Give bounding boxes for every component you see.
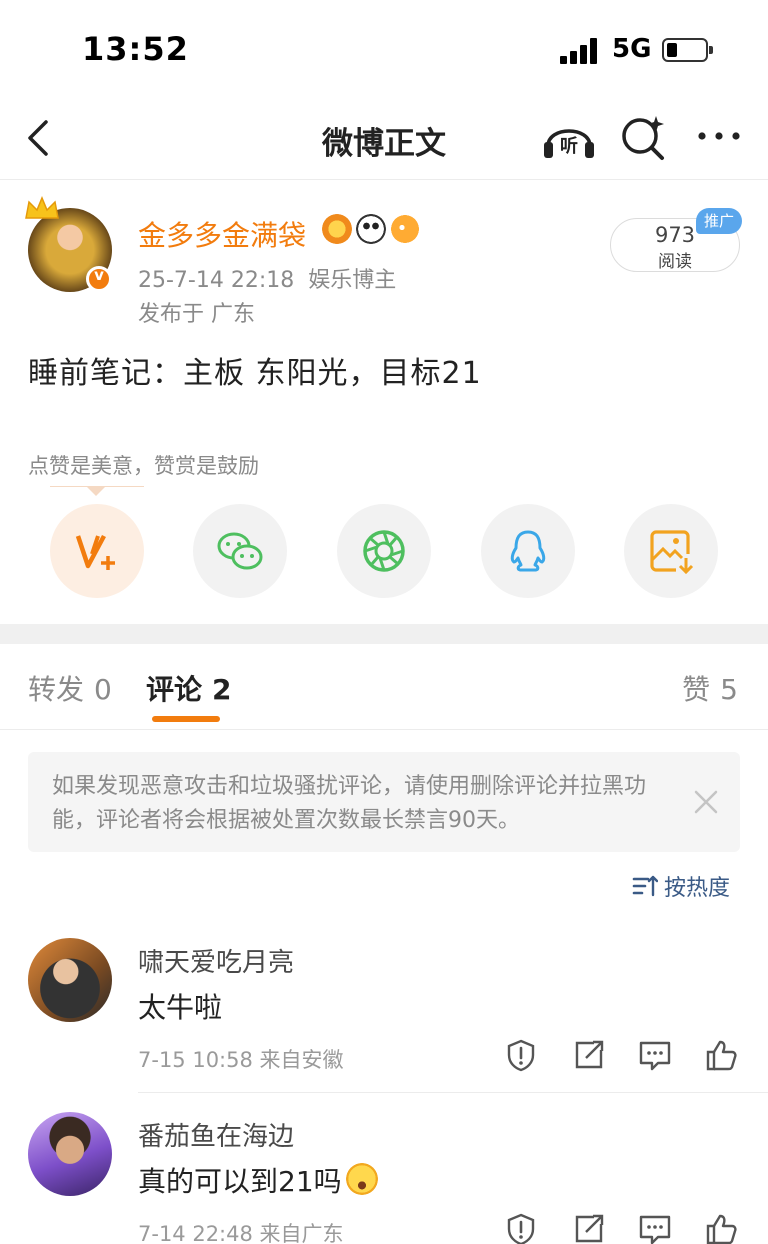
- reward-tip: 点赞是美意，赞赏是鼓励: [28, 454, 259, 478]
- sort-label: 按热度: [664, 876, 731, 901]
- reply-comment-icon[interactable]: [638, 1212, 672, 1244]
- like-thumb-icon[interactable]: [704, 1038, 738, 1072]
- network-type: 5G: [612, 34, 652, 64]
- listen-headphones-icon[interactable]: 听: [540, 112, 598, 164]
- listen-label: 听: [560, 135, 578, 157]
- active-tab-indicator: [152, 716, 220, 722]
- share-row: [0, 504, 768, 600]
- comment-meta: 7-15 10:58 来自安徽: [138, 1048, 344, 1072]
- author-badges: [322, 214, 420, 244]
- post-date: 25-7-14 22:18: [138, 268, 295, 293]
- sort-button[interactable]: 按热度: [632, 870, 730, 902]
- comment-text: 真的可以到21吗: [138, 1165, 342, 1198]
- crown-medal-icon[interactable]: [322, 214, 352, 244]
- wechat-icon[interactable]: [193, 504, 287, 598]
- tab-repost-count: 0: [94, 673, 112, 706]
- post-content: 睡前笔记：主板 东阳光，目标21: [28, 356, 482, 391]
- comment-text-wrap: 真的可以到21吗: [138, 1160, 378, 1200]
- tab-comments-label: 评论: [146, 673, 203, 706]
- comment-actions: [504, 1212, 744, 1244]
- weibo-post-page: 13:52 5G 微博正文 听 v 金多多金满袋 25-7-14 22:18 娱…: [0, 0, 768, 1244]
- close-icon[interactable]: [692, 788, 720, 816]
- post-tabs: 转发 0 评论 2 赞5: [0, 644, 768, 730]
- signal-icon: [560, 38, 602, 64]
- report-shield-icon[interactable]: [504, 1212, 538, 1244]
- tip-arrow: [86, 486, 106, 496]
- author-avatar-wrap[interactable]: [24, 196, 116, 296]
- verified-badge-icon: [86, 266, 112, 292]
- report-shield-icon[interactable]: [504, 1038, 538, 1072]
- like-thumb-icon[interactable]: [704, 1212, 738, 1244]
- reward-v-plus-icon[interactable]: [50, 504, 144, 598]
- save-image-icon[interactable]: [624, 504, 718, 598]
- repost-share-icon[interactable]: [572, 1038, 606, 1072]
- post-location: 发布于 广东: [138, 302, 255, 327]
- notice-text: 如果发现恶意攻击和垃圾骚扰评论，请使用删除评论并拉黑功能，评论者将会根据被处置次…: [52, 774, 647, 833]
- status-bar: 13:52 5G: [0, 0, 768, 100]
- comment-actions: [504, 1038, 744, 1078]
- qq-icon[interactable]: [481, 504, 575, 598]
- commenter-avatar[interactable]: [28, 1112, 112, 1196]
- post-meta: 25-7-14 22:18 娱乐博主: [138, 262, 396, 294]
- commenter-name[interactable]: 啸天爱吃月亮: [138, 942, 294, 979]
- moments-icon[interactable]: [337, 504, 431, 598]
- tab-repost[interactable]: 转发 0: [28, 668, 112, 708]
- status-time: 13:52: [82, 30, 189, 68]
- author-name[interactable]: 金多多金满袋: [138, 214, 306, 254]
- comment-text: 太牛啦: [138, 991, 223, 1024]
- comment-notice: 如果发现恶意攻击和垃圾骚扰评论，请使用删除评论并拉黑功能，评论者将会根据被处置次…: [28, 752, 740, 852]
- fish-icon[interactable]: [390, 214, 420, 244]
- crown-icon: [25, 196, 59, 219]
- tab-comments[interactable]: 评论 2: [146, 668, 232, 708]
- promo-tag[interactable]: 推广: [696, 208, 743, 234]
- battery-icon: [662, 38, 713, 62]
- section-divider: [0, 624, 768, 644]
- tab-repost-label: 转发: [28, 673, 85, 706]
- tab-likes[interactable]: 赞5: [682, 668, 738, 708]
- commenter-avatar[interactable]: [28, 938, 112, 1022]
- tab-comments-count: 2: [212, 673, 232, 706]
- panda-icon[interactable]: [356, 214, 386, 244]
- tab-likes-count: 5: [720, 673, 738, 706]
- comment-divider: [138, 1092, 768, 1093]
- nav-bar: 微博正文 听: [0, 100, 768, 180]
- commenter-name[interactable]: 番茄鱼在海边: [138, 1116, 294, 1153]
- author-tag: 娱乐博主: [308, 268, 397, 293]
- sort-icon: [632, 875, 658, 897]
- comment-meta: 7-14 22:48 来自广东: [138, 1222, 344, 1244]
- reply-comment-icon[interactable]: [638, 1038, 672, 1072]
- tab-likes-label: 赞: [682, 673, 711, 706]
- search-icon[interactable]: [618, 112, 670, 164]
- read-label: 阅读: [658, 252, 692, 272]
- more-icon[interactable]: [694, 114, 744, 158]
- repost-share-icon[interactable]: [572, 1212, 606, 1244]
- laugh-cry-emoji-icon: [345, 1163, 378, 1195]
